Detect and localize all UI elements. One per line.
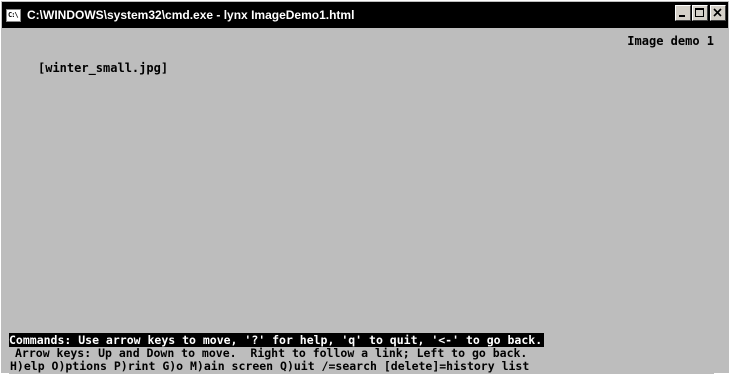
page-title: Image demo 1: [627, 34, 714, 48]
image-link-winter-small[interactable]: [winter_small.jpg]: [38, 61, 168, 75]
close-icon: [713, 8, 722, 17]
maximize-icon: [695, 8, 704, 17]
minimize-button[interactable]: [675, 5, 691, 21]
minimize-icon: [679, 15, 685, 17]
console-area[interactable]: Image demo 1 [winter_small.jpg] Commands…: [9, 28, 714, 374]
title-bar[interactable]: C:\ C:\WINDOWS\system32\cmd.exe - lynx I…: [2, 2, 728, 28]
cmd-window: C:\ C:\WINDOWS\system32\cmd.exe - lynx I…: [0, 0, 729, 374]
caption-buttons: [674, 5, 726, 21]
command-menu: H)elp O)ptions P)rint G)o M)ain screen Q…: [10, 359, 530, 373]
console-icon-label: C:\: [8, 10, 19, 19]
maximize-button[interactable]: [692, 5, 708, 21]
close-button[interactable]: [710, 5, 726, 21]
status-bar: Commands: Use arrow keys to move, '?' fo…: [9, 333, 545, 347]
console-window-icon[interactable]: C:\: [6, 8, 21, 22]
window-title: C:\WINDOWS\system32\cmd.exe - lynx Image…: [27, 8, 355, 22]
window-edge: [729, 0, 735, 373]
